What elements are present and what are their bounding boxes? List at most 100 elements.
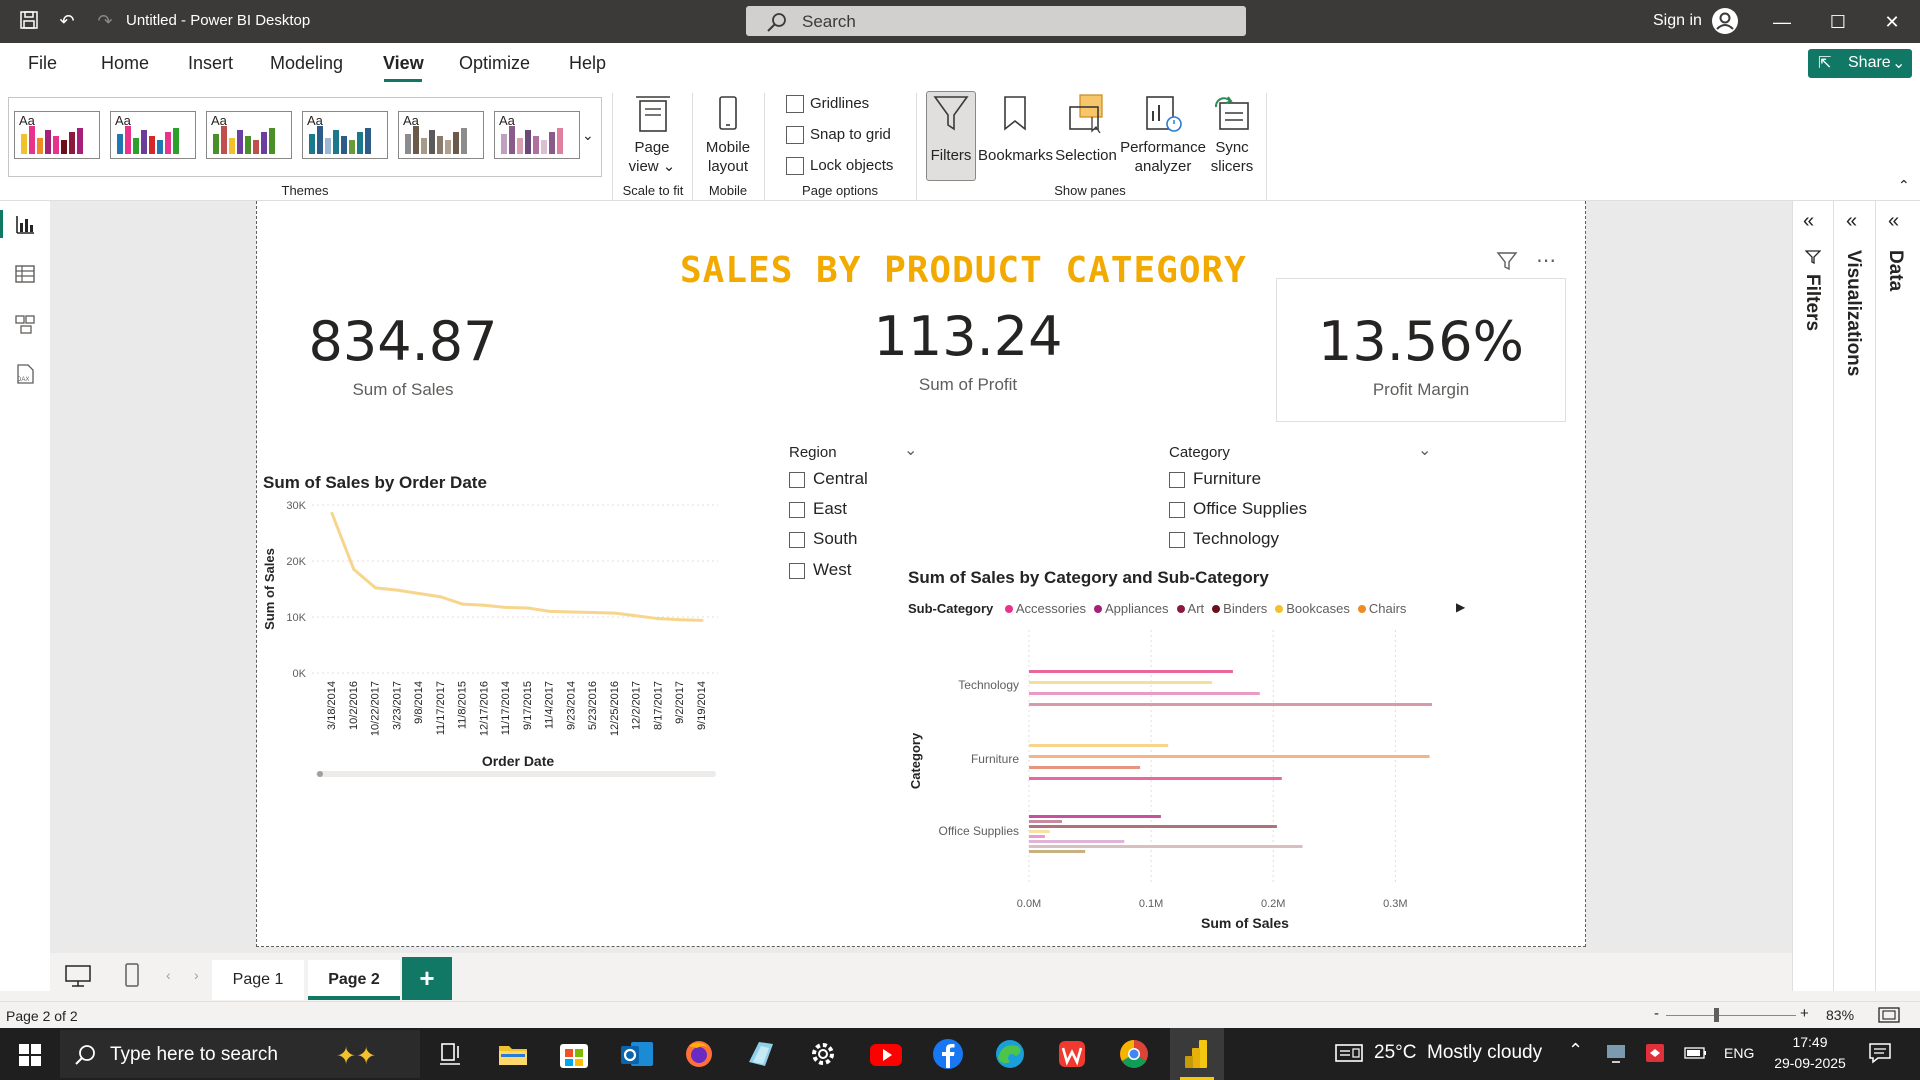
input-language[interactable]: ENG — [1724, 1045, 1754, 1061]
power-bi-taskbar-icon[interactable] — [1177, 1034, 1217, 1074]
expand-visualizations-icon[interactable]: « — [1846, 210, 1857, 233]
weather-icon[interactable] — [1334, 1041, 1364, 1070]
minimize-icon[interactable]: — — [1762, 8, 1802, 36]
region-option-east[interactable]: East — [789, 499, 847, 519]
bar[interactable] — [1029, 845, 1303, 848]
page-scroll-left-icon[interactable]: ‹ — [166, 967, 171, 983]
save-icon[interactable] — [18, 10, 40, 32]
mobile-layout-button[interactable]: Mobile layout — [700, 93, 756, 176]
line-point[interactable] — [330, 511, 334, 515]
line-point[interactable] — [395, 588, 399, 592]
zoom-in-button[interactable]: + — [1800, 1005, 1809, 1022]
wps-office-icon[interactable] — [1052, 1034, 1092, 1074]
filters-pane-content[interactable]: Filters — [926, 93, 976, 165]
line-point[interactable] — [461, 602, 465, 606]
theme-swatch-6[interactable]: Aa — [494, 111, 580, 159]
bar[interactable] — [1029, 681, 1213, 684]
bar[interactable] — [1029, 850, 1086, 853]
line-point[interactable] — [635, 614, 639, 618]
theme-swatch-4[interactable]: Aa — [302, 111, 388, 159]
expand-data-icon[interactable]: « — [1888, 210, 1899, 233]
bar[interactable] — [1029, 825, 1277, 828]
close-icon[interactable]: ✕ — [1872, 8, 1912, 36]
bar[interactable] — [1029, 703, 1432, 706]
line-point[interactable] — [526, 606, 530, 610]
task-view-icon[interactable] — [430, 1034, 470, 1074]
line-point[interactable] — [700, 618, 704, 622]
lock-objects-checkbox[interactable]: Lock objects — [786, 157, 893, 176]
legend-item[interactable]: Binders — [1212, 601, 1267, 616]
category-option-technology[interactable]: Technology — [1169, 529, 1279, 549]
firefox-icon[interactable] — [679, 1034, 719, 1074]
mobile-layout-icon[interactable] — [124, 962, 140, 993]
line-point[interactable] — [374, 586, 378, 590]
line-point[interactable] — [591, 611, 595, 615]
show-hidden-icons-chevron-icon[interactable]: ⌃ — [1568, 1040, 1583, 1061]
legend-item[interactable]: Art — [1176, 601, 1204, 616]
collapse-ribbon-icon[interactable]: ⌃ — [1898, 177, 1910, 194]
expand-filters-icon[interactable]: « — [1803, 210, 1814, 233]
clock-time[interactable]: 17:49 — [1770, 1034, 1850, 1050]
scrollbar-track[interactable] — [316, 771, 716, 777]
notes-app-icon[interactable] — [741, 1034, 781, 1074]
facebook-icon[interactable] — [928, 1034, 968, 1074]
copilot-sparkle-icon[interactable]: ✦✦ — [336, 1042, 376, 1071]
chrome-icon[interactable] — [1114, 1034, 1154, 1074]
file-explorer-icon[interactable] — [493, 1034, 533, 1074]
menu-view[interactable]: View — [383, 53, 424, 74]
line-point[interactable] — [482, 603, 486, 607]
page-tab-1[interactable]: Page 1 — [212, 960, 304, 1000]
legend-item[interactable]: Appliances — [1093, 601, 1169, 616]
bar[interactable] — [1029, 777, 1282, 780]
bookmarks-pane-button[interactable]: Bookmarks — [978, 93, 1053, 165]
more-options-icon[interactable]: ⋯ — [1536, 248, 1556, 273]
bar[interactable] — [1029, 744, 1169, 747]
bar[interactable] — [1029, 840, 1125, 843]
snap-to-grid-checkbox[interactable]: Snap to grid — [786, 126, 891, 145]
theme-swatch-1[interactable]: Aa — [14, 111, 100, 159]
menu-insert[interactable]: Insert — [188, 53, 233, 74]
menu-help[interactable]: Help — [569, 53, 606, 74]
maximize-icon[interactable]: ☐ — [1818, 8, 1858, 36]
page-view-button[interactable]: Page view ⌄ — [622, 93, 682, 176]
category-slicer-chevron-icon[interactable]: ⌄ — [1418, 440, 1431, 460]
weather-text[interactable]: 25°C Mostly cloudy — [1374, 1042, 1542, 1064]
table-view-icon[interactable] — [14, 263, 36, 285]
zoom-slider[interactable] — [1666, 1015, 1796, 1016]
antivirus-tray-icon[interactable] — [1644, 1042, 1666, 1069]
menu-file[interactable]: File — [28, 53, 57, 74]
line-point[interactable] — [613, 611, 617, 615]
line-point[interactable] — [548, 609, 552, 613]
sign-in-link[interactable]: Sign in — [1653, 12, 1702, 30]
desktop-layout-icon[interactable] — [64, 964, 92, 993]
theme-swatch-3[interactable]: Aa — [206, 111, 292, 159]
bar[interactable] — [1029, 830, 1050, 833]
fit-to-page-icon[interactable] — [1878, 1007, 1900, 1028]
line-chart[interactable]: 0K 10K 20K 30K 3/18/2014 10/2/2016 10/22/2017 3… — [256, 490, 736, 790]
account-avatar-icon[interactable] — [1712, 8, 1738, 34]
themes-expand-icon[interactable]: ⌄ — [582, 127, 594, 144]
youtube-icon[interactable] — [866, 1034, 906, 1074]
menu-modeling[interactable]: Modeling — [270, 53, 343, 74]
sales-line[interactable] — [330, 512, 703, 622]
legend-scroll-right-icon[interactable]: ▶ — [1456, 600, 1465, 614]
region-option-central[interactable]: Central — [789, 469, 868, 489]
bar[interactable] — [1029, 815, 1161, 818]
search-input[interactable]: Search — [746, 6, 1246, 36]
settings-gear-icon[interactable] — [803, 1034, 843, 1074]
undo-icon[interactable]: ↶ — [56, 10, 78, 32]
bar[interactable] — [1029, 820, 1062, 823]
filters-pane-tab[interactable]: Filters — [1801, 274, 1823, 331]
redo-icon[interactable]: ↷ — [94, 10, 116, 32]
network-device-icon[interactable] — [1604, 1042, 1628, 1069]
performance-analyzer-button[interactable]: Performance analyzer — [1120, 93, 1206, 176]
category-option-office-supplies[interactable]: Office Supplies — [1169, 499, 1307, 519]
bar[interactable] — [1029, 766, 1141, 769]
legend-item[interactable]: Bookcases — [1275, 601, 1350, 616]
region-option-south[interactable]: South — [789, 529, 857, 549]
menu-home[interactable]: Home — [101, 53, 149, 74]
scrollbar-handle[interactable] — [317, 771, 323, 777]
bar[interactable] — [1029, 692, 1260, 695]
line-point[interactable] — [656, 617, 660, 621]
line-point[interactable] — [417, 591, 421, 595]
